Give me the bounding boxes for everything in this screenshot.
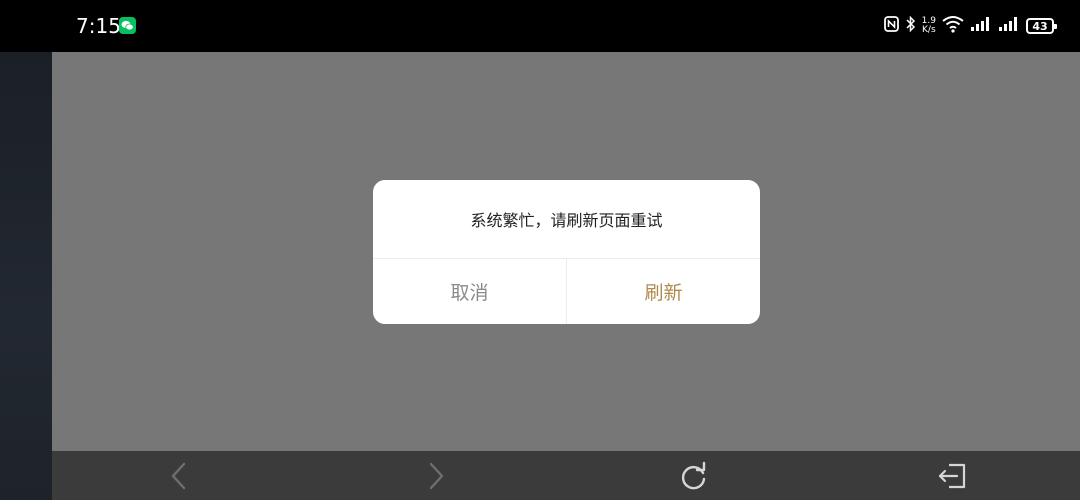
forward-button[interactable]	[420, 461, 452, 491]
status-icons: 1.9 K/s 43	[878, 14, 1057, 38]
exit-icon	[938, 463, 966, 489]
error-dialog: 系统繁忙，请刷新页面重试 取消 刷新	[373, 180, 760, 324]
signal-icon	[998, 16, 1020, 36]
reload-icon	[681, 461, 706, 490]
refresh-button[interactable]: 刷新	[567, 259, 760, 324]
nfc-icon	[883, 16, 899, 36]
signal-icon	[970, 16, 992, 36]
network-speed-unit: K/s	[922, 25, 936, 35]
bluetooth-icon	[905, 15, 916, 36]
status-bar: 7:15 1.9 K/s 43	[0, 0, 1080, 52]
wifi-icon	[942, 15, 964, 37]
battery-level: 43	[1032, 19, 1048, 33]
exit-button[interactable]	[936, 461, 968, 491]
status-time: 7:15	[76, 14, 121, 38]
screen: 7:15 1.9 K/s 43 系统繁忙，请刷新页面重试 取消 刷新	[0, 0, 1080, 500]
left-edge-panel	[0, 52, 52, 500]
browser-toolbar	[52, 451, 1080, 500]
network-speed: 1.9 K/s	[922, 17, 936, 35]
wechat-icon	[119, 17, 136, 34]
forward-arrow-icon	[429, 462, 444, 490]
battery-icon: 43	[1026, 18, 1057, 34]
cancel-button[interactable]: 取消	[373, 259, 566, 324]
dialog-message: 系统繁忙，请刷新页面重试	[470, 211, 663, 230]
reload-button[interactable]	[678, 461, 710, 491]
back-button[interactable]	[164, 461, 196, 491]
back-arrow-icon	[171, 462, 186, 490]
